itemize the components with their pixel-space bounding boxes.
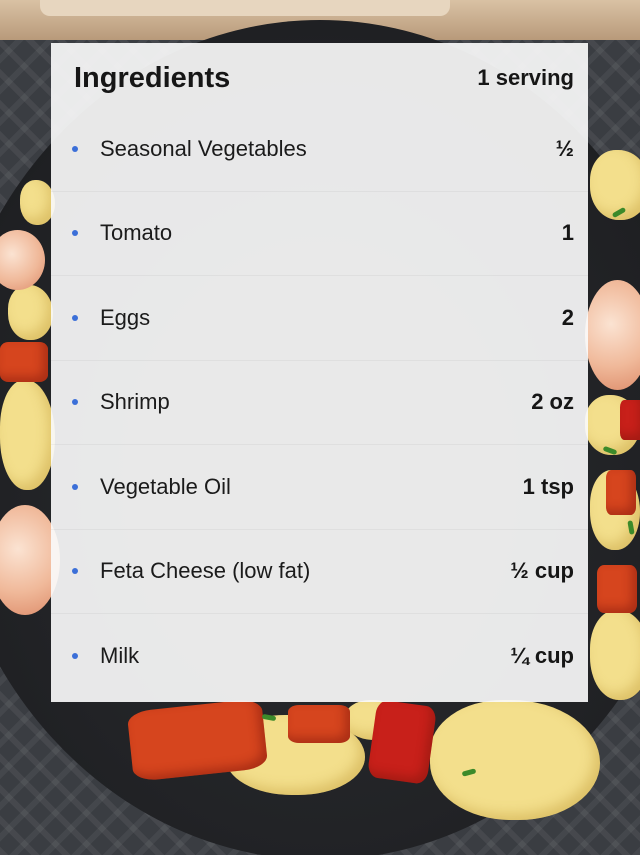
pepper-piece: [288, 705, 350, 743]
ingredient-row: Milk ¼ cup: [51, 614, 588, 699]
ingredient-quantity: ¼ cup: [510, 643, 574, 669]
ingredient-row: Feta Cheese (low fat) ½ cup: [51, 530, 588, 614]
card-header: Ingredients 1 serving: [51, 43, 588, 113]
ingredient-quantity: ½: [555, 135, 574, 161]
ingredient-name: Feta Cheese (low fat): [100, 558, 311, 584]
ingredient-row: Shrimp 2 oz: [51, 361, 588, 445]
ingredient-quantity: 1: [561, 220, 574, 246]
bullet-icon: [72, 145, 78, 152]
ingredient-row: Vegetable Oil 1 tsp: [51, 445, 588, 530]
egg-piece: [20, 180, 55, 225]
pepper-piece: [0, 342, 48, 382]
bullet-icon: [72, 399, 78, 406]
ingredient-name: Seasonal Vegetables: [100, 135, 307, 161]
ingredient-name: Eggs: [100, 304, 151, 330]
pepper-piece: [126, 698, 269, 782]
egg-piece: [590, 150, 640, 220]
card-title: Ingredients: [74, 61, 231, 94]
ingredient-name: Vegetable Oil: [100, 473, 231, 499]
ingredients-card: Ingredients 1 serving Seasonal Vegetable…: [51, 43, 588, 702]
ingredient-name: Tomato: [100, 220, 173, 246]
pepper-piece: [366, 699, 438, 785]
ingredient-quantity: 2 oz: [531, 389, 574, 415]
egg-piece: [590, 610, 640, 700]
ingredient-name: Shrimp: [100, 389, 170, 415]
egg-piece: [430, 700, 600, 820]
pepper-piece: [620, 400, 640, 440]
ingredient-quantity: 2: [561, 304, 574, 330]
ingredient-list: Seasonal Vegetables ½ Tomato 1 Eggs 2 Sh…: [51, 107, 588, 699]
egg-piece: [8, 285, 53, 340]
bullet-icon: [72, 314, 78, 321]
bullet-icon: [72, 483, 78, 490]
pepper-piece: [606, 470, 636, 515]
bullet-icon: [72, 230, 78, 237]
ingredient-quantity: ½ cup: [510, 558, 574, 584]
pepper-piece: [597, 565, 637, 613]
egg-piece: [0, 380, 55, 490]
ingredient-row: Eggs 2: [51, 276, 588, 361]
ingredient-quantity: 1 tsp: [522, 473, 574, 499]
bullet-icon: [72, 653, 78, 660]
ingredient-row: Seasonal Vegetables ½: [51, 107, 588, 192]
bullet-icon: [72, 568, 78, 575]
ingredient-row: Tomato 1: [51, 192, 588, 276]
ingredient-name: Milk: [100, 643, 140, 669]
serving-size: 1 serving: [477, 65, 574, 90]
